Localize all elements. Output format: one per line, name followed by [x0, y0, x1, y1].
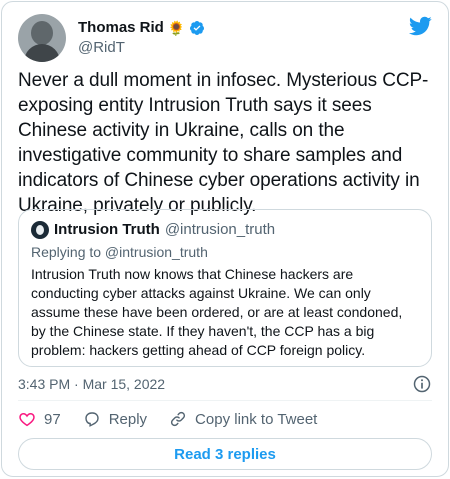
- author-display-name[interactable]: Thomas Rid 🌻: [78, 18, 205, 38]
- read-replies-button[interactable]: Read 3 replies: [18, 438, 432, 470]
- quoted-replying-to: Replying to @intrusion_truth: [31, 244, 208, 260]
- copy-link-label: Copy link to Tweet: [195, 410, 318, 428]
- tweet-card: Thomas Rid 🌻 @RidT Never a dull moment i…: [1, 1, 449, 477]
- twitter-bird-icon[interactable]: [408, 14, 432, 38]
- tweet-header: Thomas Rid 🌻 @RidT: [18, 14, 432, 62]
- author-avatar[interactable]: [18, 14, 66, 62]
- verified-badge-icon: [190, 21, 205, 35]
- tweet-timestamp[interactable]: 3:43 PM · Mar 15, 2022: [18, 376, 165, 392]
- link-icon: [170, 411, 186, 427]
- author-handle[interactable]: @RidT: [78, 38, 205, 58]
- info-icon[interactable]: [412, 374, 432, 394]
- action-bar: 97 Reply Copy link to Tweet: [18, 407, 432, 431]
- quoted-handle: @intrusion_truth: [164, 221, 276, 238]
- tweet-meta: 3:43 PM · Mar 15, 2022: [18, 374, 432, 394]
- heart-icon: [19, 412, 35, 427]
- author-names: Thomas Rid 🌻 @RidT: [78, 18, 205, 58]
- quoted-header: Intrusion Truth @intrusion_truth: [31, 220, 419, 240]
- quoted-tweet[interactable]: Intrusion Truth @intrusion_truth Replyin…: [18, 209, 432, 367]
- like-button[interactable]: 97: [18, 410, 61, 428]
- like-count: 97: [44, 410, 61, 428]
- reply-button[interactable]: Reply: [83, 410, 147, 428]
- quoted-display-name: Intrusion Truth: [54, 221, 160, 238]
- quoted-avatar: [31, 221, 49, 239]
- reply-label: Reply: [108, 410, 148, 428]
- divider: [18, 400, 432, 401]
- author-name-text[interactable]: Thomas Rid: [78, 18, 164, 38]
- sunflower-emoji: 🌻: [167, 20, 186, 36]
- copy-link-button[interactable]: Copy link to Tweet: [169, 410, 317, 428]
- reply-icon: [84, 412, 99, 427]
- quoted-text: Intrusion Truth now knows that Chinese h…: [31, 266, 403, 358]
- tweet-text: Never a dull moment in infosec. Mysterio…: [18, 70, 429, 216]
